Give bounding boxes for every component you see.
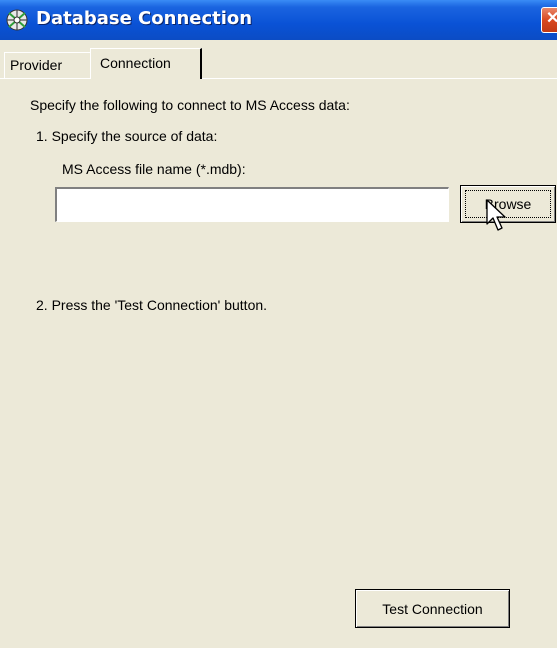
tab-strip: Provider Connection [0,48,557,79]
tab-connection[interactable]: Connection [90,48,202,79]
browse-button[interactable]: Browse [460,185,556,223]
title-bar[interactable]: Database Connection ✕ [0,0,557,40]
intro-text: Specify the following to connect to MS A… [30,97,350,113]
mouse-cursor-icon [486,199,506,231]
focus-rectangle: Browse [465,190,551,218]
file-name-label: MS Access file name (*.mdb): [62,161,246,177]
tab-provider[interactable]: Provider [4,52,90,78]
step1-text: 1. Specify the source of data: [36,128,218,144]
test-connection-label: Test Connection [382,600,483,617]
step2-text: 2. Press the 'Test Connection' button. [36,297,268,313]
close-icon: ✕ [546,10,557,27]
database-connection-icon [6,9,28,31]
test-connection-button[interactable]: Test Connection [355,589,510,628]
file-name-input[interactable] [55,187,449,222]
tab-connection-label: Connection [100,55,171,71]
tab-provider-label: Provider [10,57,63,73]
close-button[interactable]: ✕ [541,7,557,33]
window-title: Database Connection [36,8,253,29]
